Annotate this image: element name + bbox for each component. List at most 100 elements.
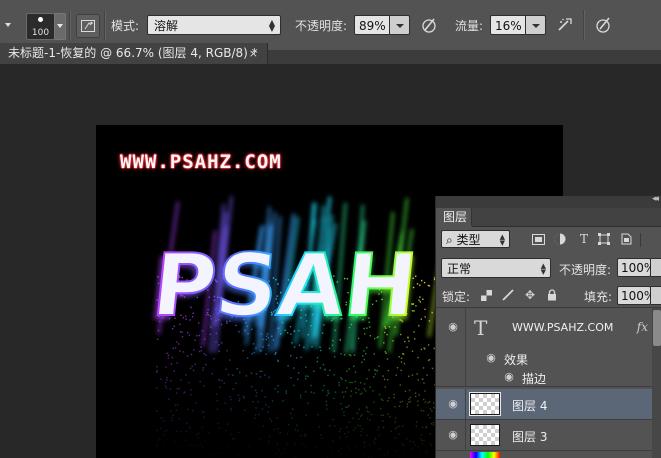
eye-icon[interactable]: ◉ <box>446 428 460 441</box>
particle-dot <box>167 354 170 357</box>
particle-dot <box>417 400 419 402</box>
particle-dot <box>166 379 168 381</box>
particle-dot <box>374 373 377 375</box>
particle-dot <box>186 422 188 425</box>
opacity-input[interactable]: 89% <box>354 15 390 35</box>
particle-dot <box>358 408 360 411</box>
tab-layers[interactable]: 图层 <box>436 208 472 226</box>
particle-dot <box>319 367 322 369</box>
particle-dot <box>394 421 396 423</box>
particle-dot <box>205 363 207 366</box>
opacity-dropdown-button[interactable] <box>390 15 410 35</box>
lock-transparent-pixels-icon[interactable] <box>479 288 493 302</box>
layer-row[interactable]: ◉ 图层 3 <box>436 420 652 451</box>
particle-dot <box>333 374 335 376</box>
particle-dot <box>374 369 376 371</box>
particle-dot <box>430 444 432 447</box>
particle-dot <box>408 389 411 391</box>
fill-input[interactable]: 100% <box>617 286 655 305</box>
particle-dot <box>387 379 389 381</box>
particle-dot <box>373 441 375 443</box>
particle-dot <box>420 437 422 440</box>
particle-dot <box>398 433 400 435</box>
collapse-arrows-icon[interactable]: ◂◂ <box>652 194 659 204</box>
eye-icon[interactable]: ◉ <box>446 320 460 333</box>
filter-adjustment-icon[interactable] <box>552 231 568 247</box>
pressure-opacity-icon[interactable] <box>418 14 440 36</box>
particle-dot <box>270 420 273 423</box>
particle-dot <box>378 434 381 437</box>
fx-icon[interactable]: fx <box>637 320 648 334</box>
particle-dot <box>157 453 159 456</box>
particle-dot <box>380 414 383 417</box>
particle-dot <box>273 428 276 431</box>
panel-collapse-bar[interactable]: ◂◂ <box>436 194 661 208</box>
layer-name[interactable]: 图层 4 <box>512 397 547 414</box>
particle-dot <box>425 425 427 428</box>
panel-tab-strip <box>472 208 661 227</box>
lock-all-icon[interactable] <box>545 288 559 302</box>
particle-dot <box>180 379 182 381</box>
particle-dot <box>380 407 382 410</box>
layer-effect-stroke-row[interactable]: ◉ 描边 <box>436 367 652 387</box>
particle-dot <box>230 407 232 410</box>
document-tab[interactable]: 未标题-1-恢复的 @ 66.7% (图层 4, RGB/8) * × <box>0 43 268 64</box>
particle-dot <box>363 454 365 456</box>
layer-opacity-input[interactable]: 100% <box>617 258 655 277</box>
eye-icon[interactable]: ◉ <box>484 351 498 364</box>
brush-preset-picker[interactable]: 100 <box>26 13 55 40</box>
filter-shape-icon[interactable] <box>596 231 612 247</box>
flow-input[interactable]: 16% <box>490 15 526 35</box>
layer-row-text[interactable]: ◉ T WWW.PSAHZ.COM fx <box>436 308 652 348</box>
layer-filter-select[interactable]: ⌕ 类型 ▲ ▼ <box>441 230 510 248</box>
particle-dot <box>165 449 167 451</box>
mode-select[interactable]: 溶解 ▲ ▼ <box>147 15 281 35</box>
layer-row-selected[interactable]: ◉ 图层 4 <box>436 389 652 420</box>
particle-dot <box>313 370 315 372</box>
particle-dot <box>431 410 433 412</box>
particle-dot <box>400 361 403 363</box>
brush-panel-toggle-icon[interactable] <box>76 14 100 38</box>
layer-name[interactable]: 图层 3 <box>512 428 547 445</box>
layer-name[interactable]: WWW.PSAHZ.COM <box>512 321 613 334</box>
particle-dot <box>370 413 373 416</box>
divider <box>583 10 585 40</box>
pressure-size-icon[interactable] <box>592 14 614 36</box>
flow-dropdown-button[interactable] <box>526 15 546 35</box>
lock-image-pixels-icon[interactable] <box>501 288 515 302</box>
particle-dot <box>286 443 288 445</box>
updown-arrows-icon: ▲ ▼ <box>499 233 505 247</box>
particle-dot <box>170 363 173 365</box>
particle-dot <box>387 400 389 402</box>
particle-dot <box>404 340 406 343</box>
close-icon[interactable]: × <box>249 43 258 64</box>
blend-mode-select[interactable]: 正常 ▲ ▼ <box>441 258 551 278</box>
layers-scrollbar-thumb[interactable] <box>653 310 661 346</box>
particle-dot <box>398 405 401 407</box>
eye-icon[interactable]: ◉ <box>446 397 460 410</box>
filter-smart-object-icon[interactable] <box>618 231 634 247</box>
particle-dot <box>172 414 174 416</box>
airbrush-icon[interactable] <box>554 14 576 36</box>
layer-opacity-dropdown-button[interactable] <box>651 258 661 277</box>
lock-position-icon[interactable]: ✥ <box>523 288 537 302</box>
particle-dot <box>248 445 250 447</box>
brush-dropdown-button[interactable] <box>54 13 66 40</box>
filter-type-icon[interactable]: T <box>576 231 592 247</box>
filter-pixel-icon[interactable] <box>530 231 546 247</box>
particle-dot <box>428 320 431 322</box>
particle-dot <box>432 424 435 426</box>
particle-dot <box>216 399 219 402</box>
eye-icon[interactable]: ◉ <box>502 370 516 383</box>
particle-dot <box>382 375 384 377</box>
fill-dropdown-button[interactable] <box>651 286 661 305</box>
particle-dot <box>368 444 371 446</box>
particle-dot <box>373 376 375 378</box>
layer-effects-row[interactable]: ◉ 效果 <box>436 348 652 367</box>
particle-dot <box>255 389 257 391</box>
tool-preset-arrow-icon[interactable] <box>5 23 11 27</box>
particle-dot <box>343 411 345 413</box>
particle-dot <box>424 316 426 318</box>
particle-dot <box>285 392 287 394</box>
particle-dot <box>305 414 307 416</box>
